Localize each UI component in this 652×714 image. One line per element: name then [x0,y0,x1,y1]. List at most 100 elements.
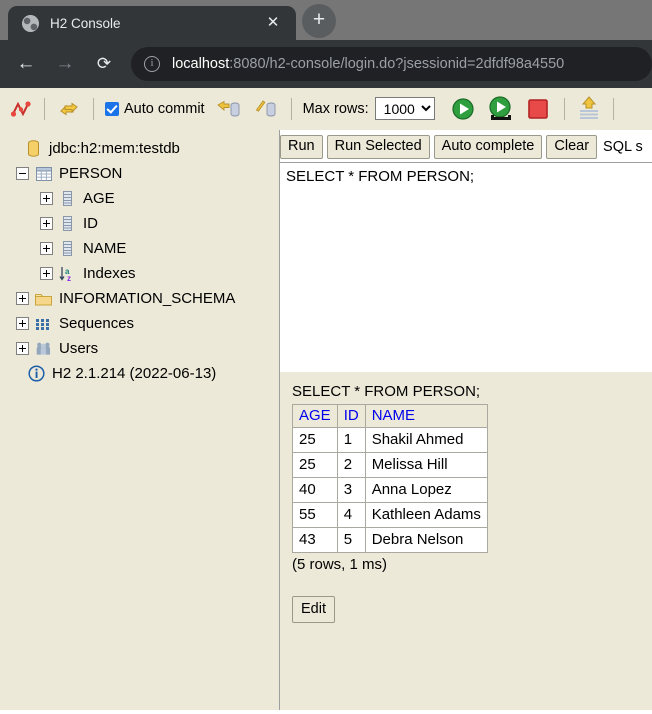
sidebar-item-users[interactable]: Users [6,336,279,361]
column-header-id[interactable]: ID [336,404,366,428]
database-tree-sidebar: jdbc:h2:mem:testdb PERSON AGE ID NAME a … [0,130,279,710]
result-panel: SELECT * FROM PERSON; AGE ID NAME 25 1 S… [280,372,652,710]
table-row: 43 5 Debra Nelson [292,527,488,553]
cell-age: 25 [292,452,338,478]
sidebar-item-connection[interactable]: jdbc:h2:mem:testdb [6,136,279,161]
auto-complete-button[interactable]: Auto complete [433,134,543,160]
column-icon [59,190,76,207]
tab-title: H2 Console [50,15,121,31]
tree-toggle-plus[interactable] [40,267,53,280]
reload-button[interactable]: ⟳ [88,48,120,80]
cell-age: 43 [292,527,338,553]
editor-results-gap [280,362,652,372]
result-table: AGE ID NAME 25 1 Shakil Ahmed 25 2 Melis… [292,404,488,553]
sidebar-item-indexes[interactable]: a z Indexes [6,261,279,286]
commit-icon[interactable] [214,97,244,121]
sidebar-item-label: NAME [83,240,127,257]
tree-toggle-plus[interactable] [16,317,29,330]
sidebar-item-age[interactable]: AGE [6,186,279,211]
tab-strip: H2 Console ✕ + [0,0,652,40]
auto-commit-label: Auto commit [124,100,205,117]
sidebar-item-id[interactable]: ID [6,211,279,236]
clear-button[interactable]: Clear [546,134,598,160]
table-row: 55 4 Kathleen Adams [292,502,488,528]
tree-toggle [6,142,19,155]
column-icon [59,215,76,232]
tree-toggle-plus[interactable] [16,342,29,355]
stop-icon[interactable] [525,97,553,121]
cell-id: 4 [336,502,366,528]
table-row: 40 3 Anna Lopez [292,477,488,503]
tree-toggle-minus[interactable] [16,167,29,180]
sidebar-item-label: Users [59,340,99,357]
sidebar-item-information-schema[interactable]: INFORMATION_SCHEMA [6,286,279,311]
info-icon [28,365,45,382]
folder-icon [35,290,52,307]
svg-text:z: z [67,274,71,282]
auto-commit-checkbox[interactable] [105,101,119,116]
column-header-name[interactable]: NAME [364,404,488,428]
cell-id: 2 [336,452,366,478]
run-selected-icon[interactable] [485,95,517,123]
max-rows-select[interactable]: 1000 [374,97,435,120]
back-button[interactable]: ← [10,48,42,80]
toolbar-separator-1 [44,97,45,120]
cell-id: 5 [336,527,366,553]
edit-button[interactable]: Edit [292,596,335,623]
max-rows-label: Max rows: [302,100,369,117]
index-sort-icon: a z [59,265,76,282]
sidebar-item-person[interactable]: PERSON [6,161,279,186]
tree-toggle-plus[interactable] [40,217,53,230]
toolbar-separator-4 [563,97,565,120]
address-bar[interactable]: i localhost:8080/h2-console/login.do?jse… [131,47,652,81]
column-header-age[interactable]: AGE [292,404,338,428]
run-button[interactable]: Run [280,134,323,160]
sidebar-item-label: INFORMATION_SCHEMA [59,290,236,307]
tree-toggle-plus[interactable] [16,292,29,305]
url-host: localhost [172,56,230,72]
sidebar-item-name[interactable]: NAME [6,236,279,261]
run-selected-button[interactable]: Run Selected [326,134,430,160]
toolbar-separator-3 [290,97,292,120]
tree-toggle-plus[interactable] [40,192,53,205]
url-text: localhost:8080/h2-console/login.do?jsess… [172,56,564,72]
cell-id: 3 [336,477,366,503]
sidebar-item-label: Indexes [83,265,136,282]
sidebar-item-label: PERSON [59,165,123,182]
sidebar-item-label: Sequences [59,315,135,332]
disconnect-icon[interactable] [9,97,33,121]
column-icon [59,240,76,257]
sql-command-bar: Run Run Selected Auto complete Clear SQL… [280,130,652,162]
table-header-row: AGE ID NAME [292,404,488,428]
users-icon [35,340,52,357]
sidebar-item-label: AGE [83,190,115,207]
sql-input[interactable] [280,162,652,362]
new-tab-button[interactable]: + [302,4,336,38]
close-icon[interactable]: ✕ [262,12,284,34]
h2-toolbar: Auto commit Max rows: 1000 [0,88,652,130]
result-status: (5 rows, 1 ms) [292,556,388,573]
toolbar-separator-5 [612,97,614,120]
rollback-icon[interactable] [252,97,280,121]
table-row: 25 2 Melissa Hill [292,452,488,478]
browser-tab-h2-console[interactable]: H2 Console ✕ [8,6,296,40]
forward-button[interactable]: → [49,48,81,80]
cell-age: 40 [292,477,338,503]
browser-toolbar: ← → ⟳ i localhost:8080/h2-console/login.… [0,40,652,88]
site-info-icon[interactable]: i [144,56,160,72]
sidebar-item-label: H2 2.1.214 (2022-06-13) [52,365,217,382]
sidebar-item-version: H2 2.1.214 (2022-06-13) [6,361,279,386]
sidebar-item-sequences[interactable]: Sequences [6,311,279,336]
tree-toggle-plus[interactable] [40,242,53,255]
cell-name: Melissa Hill [364,452,488,478]
browser-chrome: H2 Console ✕ + ← → ⟳ i localhost:8080/h2… [0,0,652,88]
refresh-icon[interactable] [56,97,82,121]
content-panes: jdbc:h2:mem:testdb PERSON AGE ID NAME a … [0,130,652,710]
upload-icon[interactable] [576,95,602,123]
run-icon[interactable] [449,96,479,122]
result-query-text: SELECT * FROM PERSON; [292,383,481,400]
sequences-icon [35,315,52,332]
url-path: :8080/h2-console/login.do?jsessionid=2df… [229,56,565,72]
cell-name: Kathleen Adams [364,502,488,528]
database-icon [25,140,42,157]
